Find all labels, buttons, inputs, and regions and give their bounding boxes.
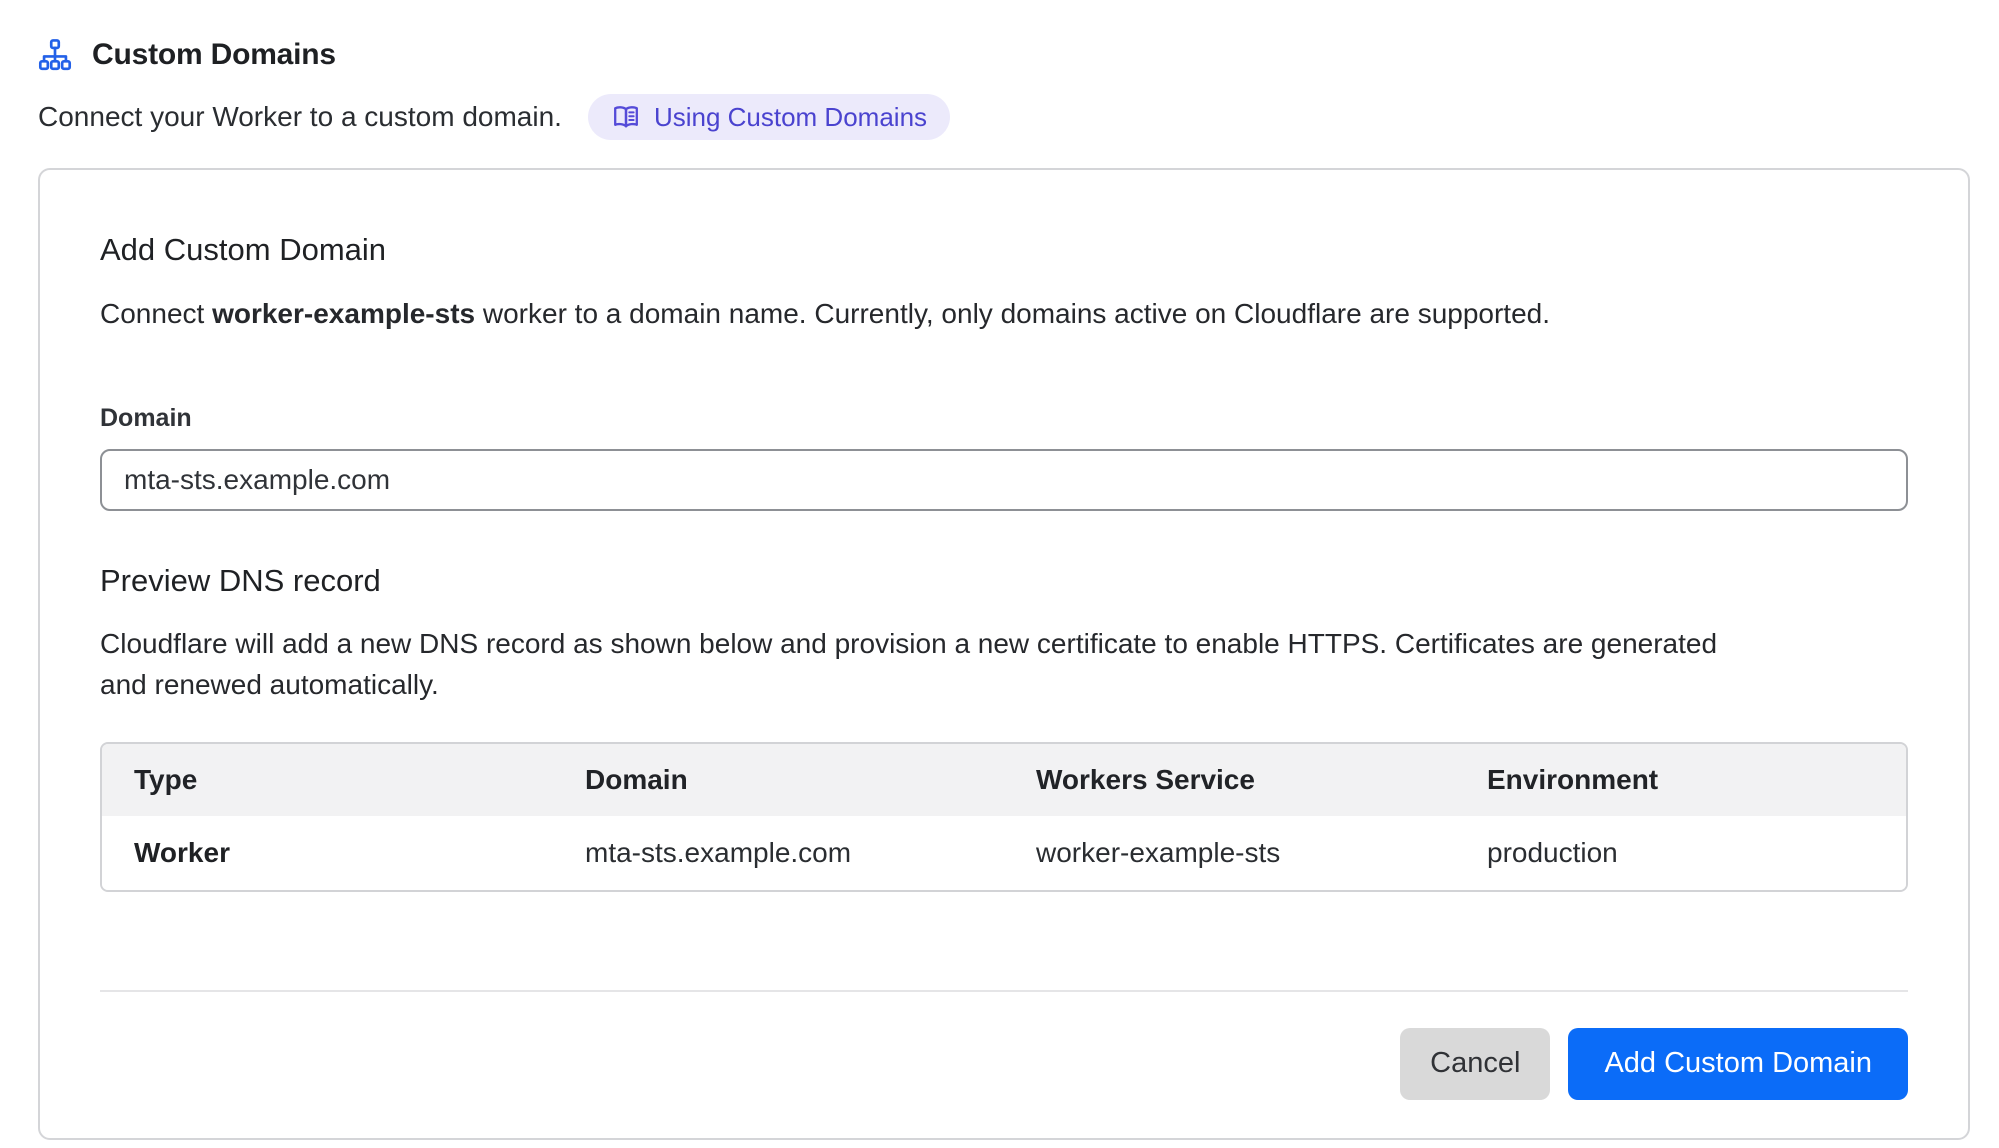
column-header-workers-service: Workers Service xyxy=(1004,744,1455,816)
dns-table-body: Worker mta-sts.example.com worker-exampl… xyxy=(102,816,1906,890)
cancel-button[interactable]: Cancel xyxy=(1400,1028,1550,1100)
cell-domain: mta-sts.example.com xyxy=(553,816,1004,890)
card-footer: Cancel Add Custom Domain xyxy=(100,1028,1908,1100)
card-title: Add Custom Domain xyxy=(100,232,1908,268)
page-title-row: Custom Domains xyxy=(38,38,1969,72)
card-description-suffix: worker to a domain name. Currently, only… xyxy=(475,298,1550,329)
page-title: Custom Domains xyxy=(92,38,336,72)
add-custom-domain-button[interactable]: Add Custom Domain xyxy=(1568,1028,1908,1100)
preview-dns-title: Preview DNS record xyxy=(100,563,1908,599)
cell-workers-service: worker-example-sts xyxy=(1004,816,1455,890)
cell-type: Worker xyxy=(102,816,553,890)
worker-name: worker-example-sts xyxy=(212,298,475,329)
page-subtitle: Connect your Worker to a custom domain. xyxy=(38,101,562,133)
preview-dns-description: Cloudflare will add a new DNS record as … xyxy=(100,623,1730,706)
domain-label: Domain xyxy=(100,404,1908,433)
column-header-environment: Environment xyxy=(1455,744,1906,816)
dns-table-header: Type Domain Workers Service Environment xyxy=(102,744,1906,816)
card-description-prefix: Connect xyxy=(100,298,212,329)
page-header: Custom Domains Connect your Worker to a … xyxy=(38,38,1969,140)
page-subtitle-row: Connect your Worker to a custom domain. … xyxy=(38,94,1969,140)
table-row: Worker mta-sts.example.com worker-exampl… xyxy=(102,816,1906,890)
docs-link-label: Using Custom Domains xyxy=(654,102,927,133)
card-description: Connect worker-example-sts worker to a d… xyxy=(100,298,1908,330)
domain-input[interactable] xyxy=(100,449,1908,511)
dns-preview-table: Type Domain Workers Service Environment … xyxy=(100,742,1908,892)
column-header-domain: Domain xyxy=(553,744,1004,816)
add-custom-domain-card: Add Custom Domain Connect worker-example… xyxy=(38,168,1970,1140)
open-book-icon xyxy=(611,102,641,132)
cell-environment: production xyxy=(1455,816,1906,890)
docs-link-using-custom-domains[interactable]: Using Custom Domains xyxy=(588,94,950,140)
column-header-type: Type xyxy=(102,744,553,816)
dns-table-header-row: Type Domain Workers Service Environment xyxy=(102,744,1906,816)
sitemap-icon xyxy=(38,38,72,72)
footer-divider xyxy=(100,990,1908,992)
workers-custom-domains-page: Custom Domains Connect your Worker to a … xyxy=(0,0,1999,1148)
